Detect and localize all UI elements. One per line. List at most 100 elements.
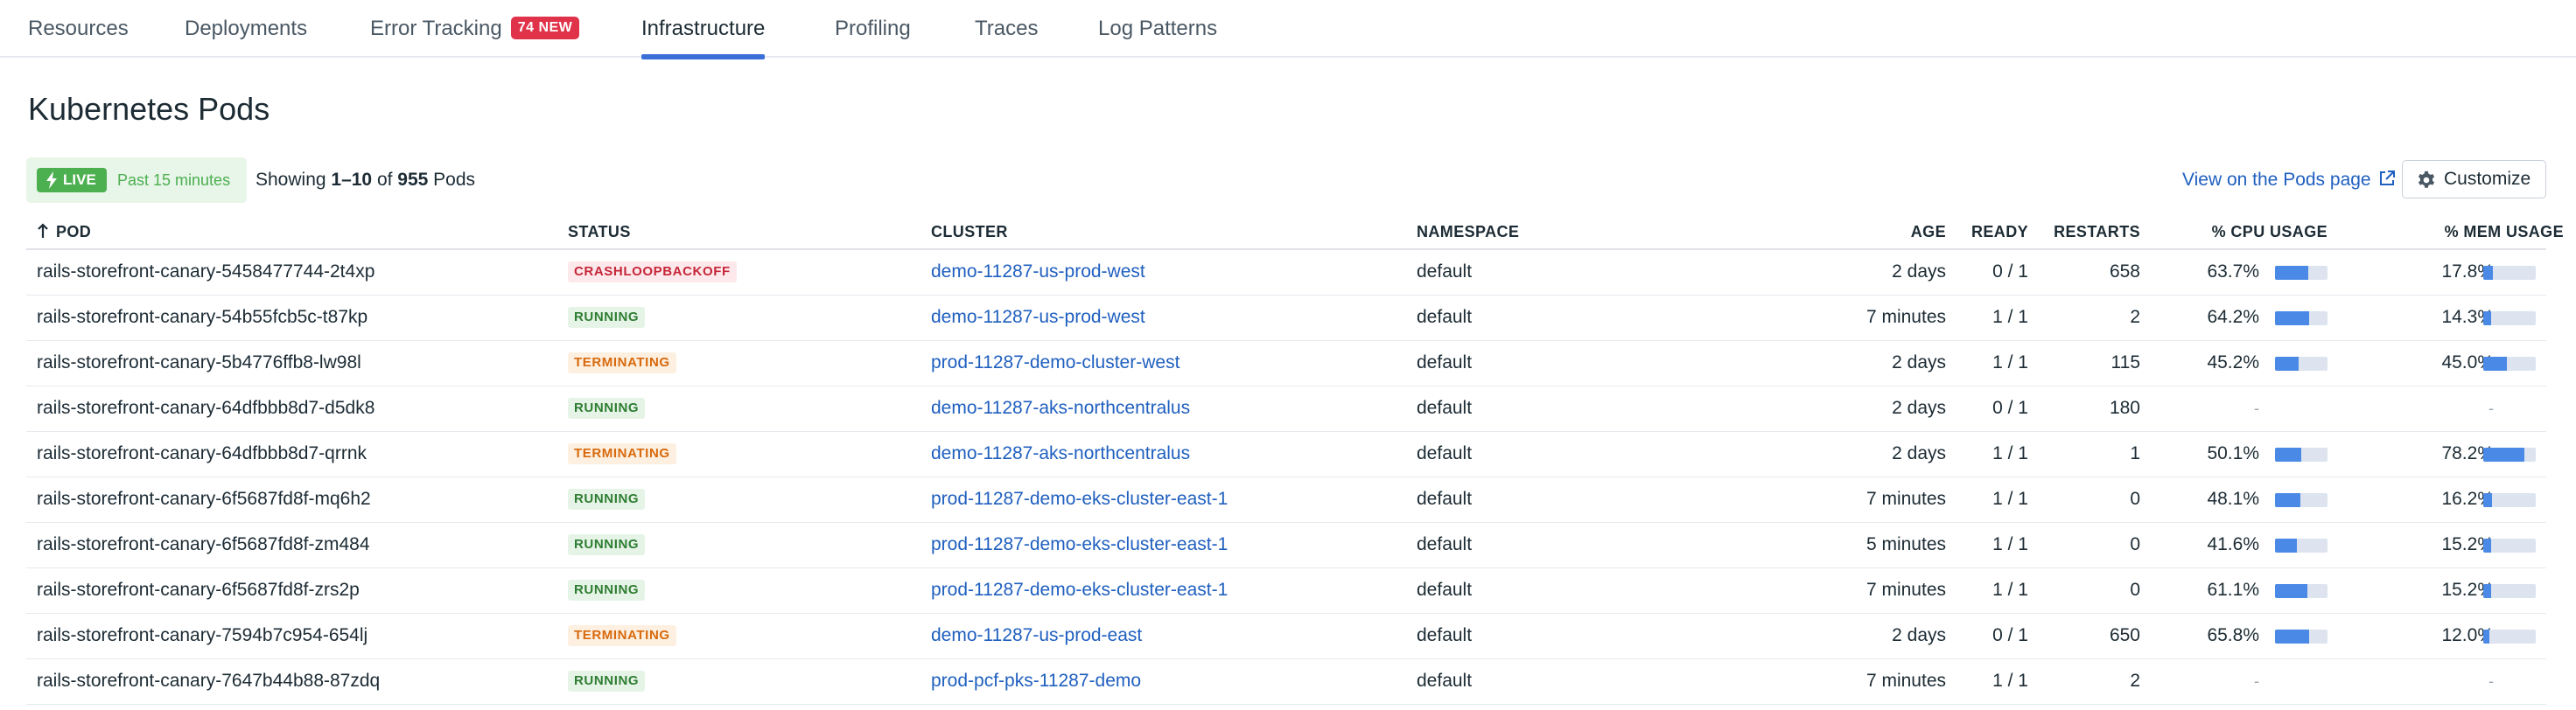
tab-infrastructure[interactable]: Infrastructure	[641, 0, 766, 59]
table-row[interactable]: rails-storefront-canary-64dfbbb8d7-d5dk8…	[26, 386, 2546, 432]
column-label: RESTARTS	[2054, 223, 2140, 240]
table-row[interactable]: rails-storefront-canary-6f5687fd8f-zm484…	[26, 523, 2546, 568]
mem-usage-value: -	[2488, 400, 2494, 417]
cpu-usage-bar	[2275, 357, 2328, 371]
age: 2 days	[1892, 261, 1946, 282]
cluster-link[interactable]: prod-pcf-pks-11287-demo	[931, 659, 1141, 703]
age: 7 minutes	[1866, 307, 1946, 327]
age: 2 days	[1892, 625, 1946, 645]
mem-usage-value: 15.2%	[2441, 534, 2494, 554]
table-row[interactable]: rails-storefront-canary-5458477744-2t4xp…	[26, 250, 2546, 296]
new-count-badge: 74 NEW	[510, 16, 580, 39]
live-time-indicator[interactable]: LIVE Past 15 minutes	[26, 157, 247, 203]
cpu-usage-bar-fill	[2275, 584, 2307, 598]
column-header-restarts[interactable]: RESTARTS	[2039, 215, 2140, 248]
pod-name: rails-storefront-canary-6f5687fd8f-zm484	[37, 534, 370, 554]
table-row[interactable]: rails-storefront-canary-7594b7c954-654lj…	[26, 614, 2546, 659]
cpu-usage-bar-fill	[2275, 357, 2300, 371]
showing-prefix: Showing	[256, 170, 332, 190]
table-row[interactable]: rails-storefront-canary-6f5687fd8f-mq6h2…	[26, 477, 2546, 523]
column-header-mem-usage[interactable]: % MEM USAGE	[2350, 215, 2564, 248]
cpu-usage-bar	[2275, 584, 2328, 598]
tab-log-patterns[interactable]: Log Patterns	[1098, 0, 1217, 58]
column-header-cpu-usage[interactable]: % CPU USAGE	[2161, 215, 2328, 248]
cpu-usage-value: 41.6%	[2207, 534, 2259, 554]
cpu-usage-bar-fill	[2275, 630, 2310, 644]
restarts-count: 2	[2130, 307, 2140, 327]
cluster-link[interactable]: prod-11287-demo-eks-cluster-east-1	[931, 477, 1228, 521]
column-header-status[interactable]: STATUS	[568, 215, 631, 248]
tab-deployments[interactable]: Deployments	[185, 0, 307, 58]
cluster-link[interactable]: prod-11287-demo-eks-cluster-east-1	[931, 523, 1228, 567]
table-row[interactable]: rails-storefront-canary-7647b44b88-87zdq…	[26, 659, 2546, 705]
tab-profiling[interactable]: Profiling	[835, 0, 911, 58]
column-header-cluster[interactable]: CLUSTER	[931, 215, 1008, 248]
tab-resources[interactable]: Resources	[28, 0, 129, 58]
status-badge: RUNNING	[568, 489, 646, 510]
status-badge: TERMINATING	[568, 352, 676, 373]
restarts-count: 0	[2130, 534, 2140, 554]
table-row[interactable]: rails-storefront-canary-6f5687fd8f-zrs2p…	[26, 568, 2546, 614]
restarts-count: 0	[2130, 489, 2140, 509]
restarts-count: 658	[2109, 261, 2140, 282]
tab-label: Log Patterns	[1098, 17, 1218, 40]
status-badge: RUNNING	[568, 398, 646, 419]
restarts-count: 115	[2110, 352, 2140, 372]
column-label: NAMESPACE	[1417, 223, 1520, 240]
mem-usage-value: 12.0%	[2441, 625, 2494, 645]
mem-usage-value: 16.2%	[2441, 489, 2494, 509]
restarts-count: 180	[2109, 398, 2140, 418]
cpu-usage-value: -	[2254, 400, 2259, 417]
cluster-link[interactable]: demo-11287-us-prod-east	[931, 614, 1142, 658]
mem-usage-bar-fill	[2483, 584, 2492, 598]
cpu-usage-bar	[2275, 493, 2328, 507]
status-badge: RUNNING	[568, 671, 646, 692]
restarts-count: 1	[2130, 443, 2140, 463]
pod-name: rails-storefront-canary-6f5687fd8f-mq6h2	[37, 489, 371, 509]
gear-icon	[2418, 171, 2435, 188]
column-header-pod[interactable]: POD	[37, 215, 91, 248]
showing-range: 1–10	[331, 170, 373, 190]
live-label: LIVE	[63, 171, 96, 188]
cluster-link[interactable]: demo-11287-aks-northcentralus	[931, 386, 1190, 430]
cluster-link[interactable]: demo-11287-us-prod-west	[931, 296, 1145, 339]
cluster-link[interactable]: prod-11287-demo-eks-cluster-east-1	[931, 568, 1228, 612]
status-badge: RUNNING	[568, 534, 646, 555]
customize-button[interactable]: Customize	[2402, 160, 2546, 198]
showing-of: of	[372, 170, 398, 190]
cpu-usage-bar-fill	[2275, 493, 2300, 507]
table-row[interactable]: rails-storefront-canary-54b55fcb5c-t87kp…	[26, 296, 2546, 341]
cpu-usage-bar	[2275, 448, 2328, 462]
table-row[interactable]: rails-storefront-canary-64dfbbb8d7-qrrnk…	[26, 432, 2546, 477]
column-label: % MEM USAGE	[2444, 223, 2564, 240]
cpu-usage-value: 63.7%	[2207, 261, 2259, 282]
mem-usage-bar	[2483, 630, 2536, 644]
namespace: default	[1417, 352, 1473, 372]
mem-usage-bar-fill	[2483, 266, 2493, 280]
mem-usage-value: 78.2%	[2441, 443, 2494, 463]
column-header-age[interactable]: AGE	[1815, 215, 1946, 248]
tab-error-tracking[interactable]: Error Tracking 74 NEW	[370, 0, 580, 58]
cpu-usage-bar-fill	[2275, 311, 2309, 325]
namespace: default	[1417, 580, 1473, 600]
namespace: default	[1417, 534, 1473, 554]
view-pods-page-link[interactable]: View on the Pods page	[2182, 157, 2396, 203]
age: 2 days	[1892, 443, 1946, 463]
cluster-link[interactable]: demo-11287-us-prod-west	[931, 250, 1145, 294]
ready-count: 0 / 1	[1992, 398, 2028, 418]
ready-count: 1 / 1	[1992, 443, 2028, 463]
cpu-usage-value: 61.1%	[2207, 580, 2259, 600]
tab-label: Deployments	[185, 17, 308, 40]
ready-count: 0 / 1	[1992, 261, 2028, 282]
tab-traces[interactable]: Traces	[975, 0, 1038, 58]
cluster-link[interactable]: demo-11287-aks-northcentralus	[931, 432, 1190, 476]
tab-label: Error Tracking	[370, 17, 502, 40]
column-header-ready[interactable]: READY	[1964, 215, 2028, 248]
live-badge: LIVE	[37, 168, 107, 192]
mem-usage-value: 17.8%	[2441, 261, 2494, 282]
column-header-namespace[interactable]: NAMESPACE	[1417, 215, 1519, 248]
showing-total: 955	[397, 170, 429, 190]
cluster-link[interactable]: prod-11287-demo-cluster-west	[931, 341, 1180, 385]
age: 2 days	[1892, 352, 1946, 372]
table-row[interactable]: rails-storefront-canary-5b4776ffb8-lw98l…	[26, 341, 2546, 386]
